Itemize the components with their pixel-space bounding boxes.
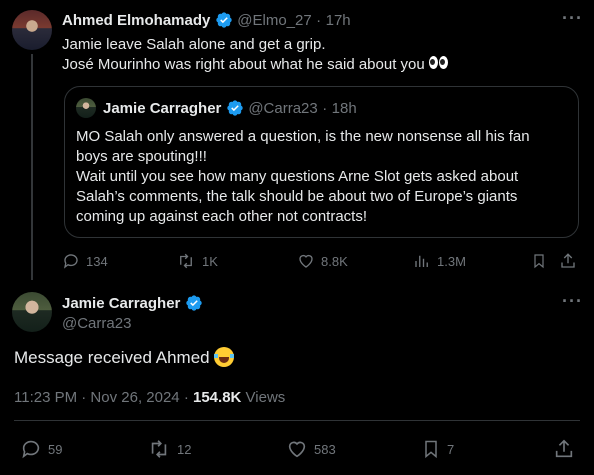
reply-text-content: Message received Ahmed [14, 348, 210, 367]
views-count: 154.8K [193, 389, 242, 406]
share-button[interactable] [559, 252, 577, 270]
author-name[interactable]: Ahmed Elmohamady [62, 12, 210, 29]
bookmark-icon [534, 254, 544, 269]
reply-icon [22, 440, 40, 459]
views-label: Views [245, 389, 286, 406]
bookmark-icon [425, 440, 437, 459]
reply-text: Message received Ahmed [14, 347, 235, 369]
heart-icon [299, 254, 313, 268]
separator-dot: · [322, 100, 328, 117]
quote-author-name: Jamie Carragher [103, 100, 222, 117]
quote-time: 18h [331, 100, 357, 117]
share-icon [561, 253, 575, 268]
tweet-time[interactable]: 17h [326, 12, 351, 29]
reply-count: 59 [48, 441, 63, 457]
bookmark-button[interactable]: 7 [421, 438, 454, 460]
more-options-icon[interactable]: ··· [562, 291, 583, 312]
verified-badge-icon [227, 100, 243, 116]
repost-button[interactable]: 12 [147, 438, 191, 460]
avatar[interactable] [12, 292, 52, 332]
like-count: 583 [314, 441, 336, 457]
quote-text-line-2: boys are spouting!!! [76, 148, 207, 165]
thread-connector-line [31, 54, 33, 280]
timestamp[interactable]: 11:23 PM · Nov 26, 2024 · [14, 389, 189, 406]
tweet-text: José Mourinho was right about what he sa… [62, 56, 425, 73]
eyes-emoji-icon [428, 55, 449, 71]
share-button[interactable] [553, 438, 575, 460]
like-button[interactable]: 583 [286, 438, 336, 460]
bookmark-button[interactable] [531, 252, 547, 270]
reply-icon [63, 254, 78, 269]
views-button[interactable]: 1.3M [413, 252, 466, 270]
repost-count: 12 [177, 441, 192, 457]
divider [14, 420, 580, 421]
views-icon [415, 255, 428, 267]
tweet-header: Ahmed Elmohamady @Elmo_27 · 17h [62, 11, 351, 30]
quote-text-line-3: Wait until you see how many questions Ar… [76, 168, 519, 185]
reply-button[interactable]: 59 [20, 438, 62, 460]
repost-button[interactable]: 1K [176, 252, 218, 270]
like-count: 8.8K [321, 253, 348, 269]
more-options-icon[interactable]: ··· [562, 8, 583, 29]
views-count: 1.3M [437, 253, 466, 269]
reply-button[interactable]: 134 [62, 252, 108, 270]
tweet-text-line-1: Jamie leave Salah alone and get a grip. [62, 36, 326, 53]
avatar[interactable] [12, 10, 52, 50]
quote-text-line-4: Salah’s comments, the talk should be abo… [76, 188, 518, 205]
timestamp-row: 11:23 PM · Nov 26, 2024 · 154.8K Views [14, 389, 285, 406]
verified-badge-icon [186, 295, 202, 311]
bookmark-count: 7 [447, 441, 455, 457]
author-handle[interactable]: @Carra23 [62, 315, 131, 332]
reply-author-row: Jamie Carragher [62, 294, 203, 313]
author-name[interactable]: Jamie Carragher [62, 295, 180, 312]
share-icon [555, 439, 573, 458]
quote-text-line-1: MO Salah only answered a question, is th… [76, 128, 530, 145]
separator-dot: · [316, 12, 322, 29]
repost-icon [180, 253, 192, 269]
reply-count: 134 [86, 253, 108, 269]
like-button[interactable]: 8.8K [297, 252, 348, 270]
heart-icon [288, 441, 306, 458]
repost-count: 1K [202, 253, 218, 269]
quote-text-line-5: coming up against each other not contrac… [76, 208, 368, 225]
quote-avatar [76, 98, 96, 118]
quote-author-handle: @Carra23 [248, 100, 318, 117]
author-handle[interactable]: @Elmo_27 [237, 12, 311, 29]
verified-badge-icon [216, 12, 232, 28]
repost-icon [151, 440, 167, 458]
tweet-text-line-2: José Mourinho was right about what he sa… [62, 55, 449, 75]
tears-of-joy-emoji-icon [214, 347, 235, 367]
quote-header: Jamie Carragher @Carra23 · 18h [103, 99, 357, 118]
